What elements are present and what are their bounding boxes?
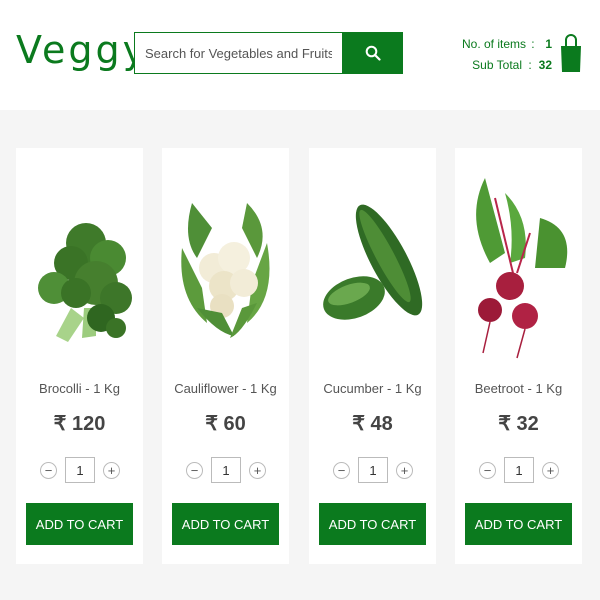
increment-button[interactable]: + (249, 461, 266, 479)
product-card: Brocolli - 1 Kg ₹ 120 − + ADD TO CART (16, 148, 143, 564)
cucumber-image (323, 204, 423, 320)
quantity-stepper: − + (333, 456, 413, 484)
add-to-cart-button[interactable]: ADD TO CART (26, 503, 133, 545)
search-icon (365, 45, 381, 61)
product-price: ₹ 32 (498, 413, 539, 435)
quantity-input[interactable] (358, 457, 388, 483)
search-input[interactable] (134, 32, 342, 74)
header: Veggy No. of items : 1 Sub Total : 32 (0, 0, 600, 110)
add-to-cart-button[interactable]: ADD TO CART (172, 503, 279, 545)
cart-items-separator: : (531, 37, 535, 51)
decrement-button[interactable]: − (40, 461, 57, 479)
quantity-stepper: − + (186, 456, 266, 484)
decrement-button[interactable]: − (186, 461, 203, 479)
quantity-input[interactable] (65, 457, 95, 483)
shopping-bag-icon[interactable] (560, 32, 582, 74)
cart-subtotal-row: Sub Total : 32 (462, 55, 552, 76)
quantity-input[interactable] (211, 457, 241, 483)
quantity-stepper: − + (40, 456, 120, 484)
cart-subtotal-value: 32 (538, 58, 552, 72)
cart-items-label: No. of items (462, 37, 527, 51)
cart-items-count: 1 (545, 37, 552, 51)
search-button[interactable] (342, 32, 403, 74)
quantity-input[interactable] (504, 457, 534, 483)
search-bar (134, 32, 403, 74)
decrement-button[interactable]: − (479, 461, 496, 479)
beetroot-image (476, 178, 568, 359)
decrement-button[interactable]: − (333, 461, 350, 479)
product-card: Beetroot - 1 Kg ₹ 32 − + ADD TO CART (455, 148, 582, 564)
logo[interactable]: Veggy (16, 28, 148, 72)
cart-subtotal-separator: : (528, 58, 532, 72)
add-to-cart-button[interactable]: ADD TO CART (465, 503, 572, 545)
product-price: ₹ 48 (352, 413, 393, 435)
cauliflower-image (181, 203, 270, 338)
product-name: Brocolli - 1 Kg (39, 381, 120, 396)
product-name: Cauliflower - 1 Kg (174, 381, 277, 396)
increment-button[interactable]: + (542, 461, 559, 479)
add-to-cart-button[interactable]: ADD TO CART (319, 503, 426, 545)
product-card: Cauliflower - 1 Kg ₹ 60 − + ADD TO CART (162, 148, 289, 564)
quantity-stepper: − + (479, 456, 559, 484)
product-price: ₹ 120 (53, 413, 106, 435)
increment-button[interactable]: + (396, 461, 413, 479)
cart-summary: No. of items : 1 Sub Total : 32 (462, 34, 552, 76)
broccoli-image (38, 223, 132, 342)
product-name: Cucumber - 1 Kg (323, 381, 422, 396)
product-card: Cucumber - 1 Kg ₹ 48 − + ADD TO CART (309, 148, 436, 564)
product-name: Beetroot - 1 Kg (474, 381, 563, 396)
product-price: ₹ 60 (205, 413, 246, 435)
increment-button[interactable]: + (103, 461, 120, 479)
cart-items-row: No. of items : 1 (462, 34, 552, 55)
cart-subtotal-label: Sub Total (472, 58, 522, 72)
